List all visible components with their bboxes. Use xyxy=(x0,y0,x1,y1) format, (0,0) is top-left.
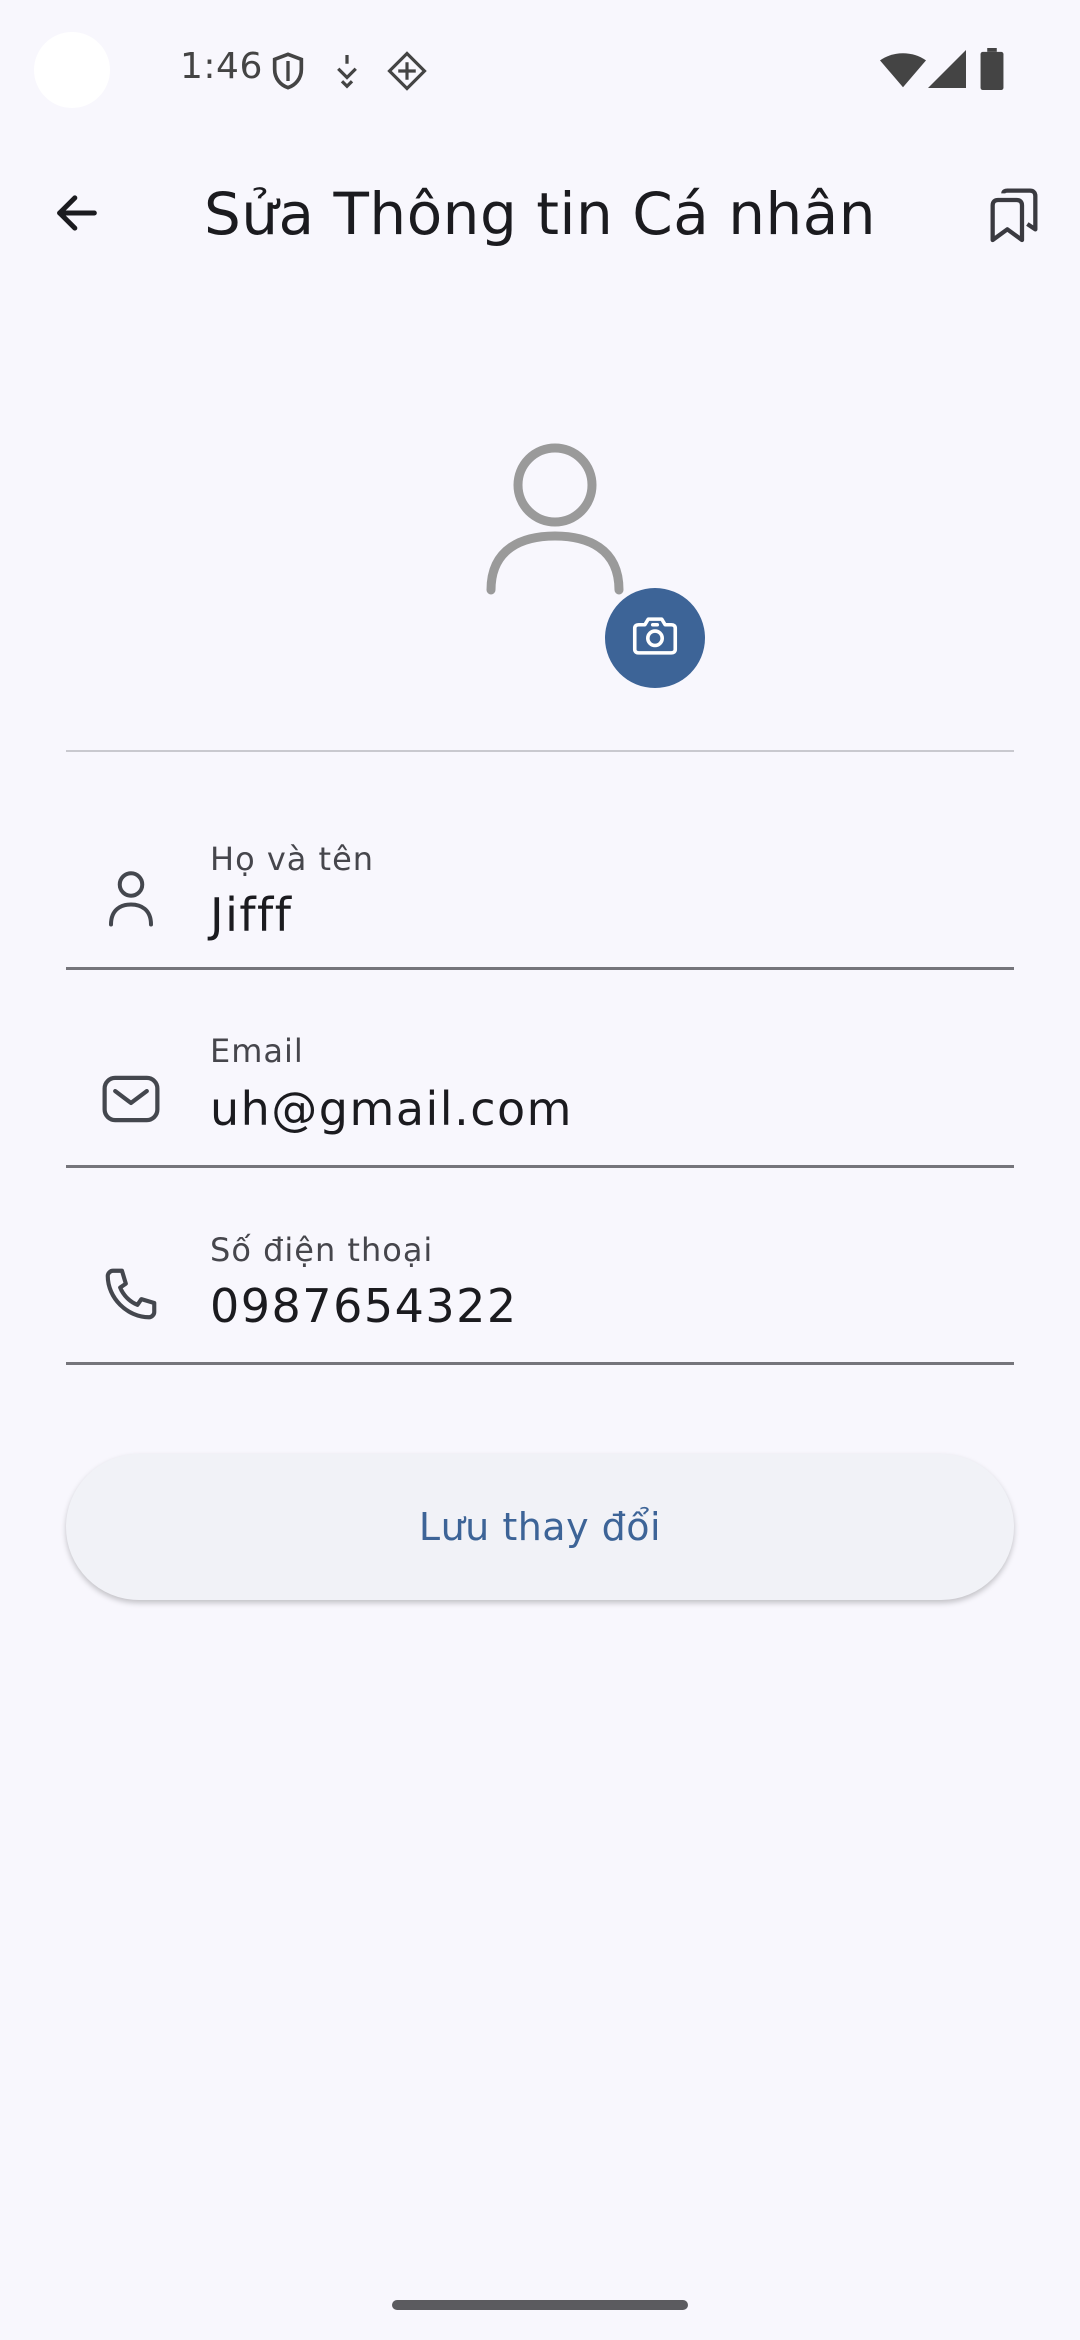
phone-label: Số điện thoại xyxy=(210,1231,434,1269)
battery-icon xyxy=(980,48,1004,94)
camera-cutout xyxy=(34,32,110,108)
full-name-field[interactable]: Họ và tên Jifff xyxy=(66,800,1014,970)
shield-icon xyxy=(268,50,308,96)
full-name-value[interactable]: Jifff xyxy=(210,888,292,942)
bookmarks-button[interactable] xyxy=(976,180,1052,256)
divider xyxy=(66,750,1014,752)
phone-value[interactable]: 0987654322 xyxy=(210,1279,518,1333)
save-changes-button[interactable]: Lưu thay đổi xyxy=(66,1454,1014,1600)
full-name-label: Họ và tên xyxy=(210,840,375,878)
bookmarks-icon xyxy=(982,184,1046,252)
edit-profile-screen: 1:46 Sửa Thông tin Cá nhân Họ và tên Jif… xyxy=(0,0,1080,2340)
status-bar: 1:46 xyxy=(0,0,1080,140)
email-field[interactable]: Email uh@gmail.com xyxy=(66,998,1014,1168)
phone-field[interactable]: Số điện thoại 0987654322 xyxy=(66,1195,1014,1365)
cellular-signal-icon xyxy=(928,50,966,92)
phone-icon xyxy=(96,1259,166,1329)
mail-icon xyxy=(96,1064,166,1134)
page-title: Sửa Thông tin Cá nhân xyxy=(203,180,877,248)
home-indicator[interactable] xyxy=(392,2300,688,2310)
person-icon xyxy=(96,862,166,932)
email-label: Email xyxy=(210,1032,304,1070)
change-photo-button[interactable] xyxy=(605,588,705,688)
camera-icon xyxy=(628,609,682,667)
wifi-icon xyxy=(880,52,926,92)
download-arrow-icon xyxy=(332,50,362,94)
diamond-grid-icon xyxy=(386,50,428,96)
app-bar: Sửa Thông tin Cá nhân xyxy=(0,160,1080,270)
status-time: 1:46 xyxy=(180,46,263,87)
email-value[interactable]: uh@gmail.com xyxy=(210,1082,573,1136)
